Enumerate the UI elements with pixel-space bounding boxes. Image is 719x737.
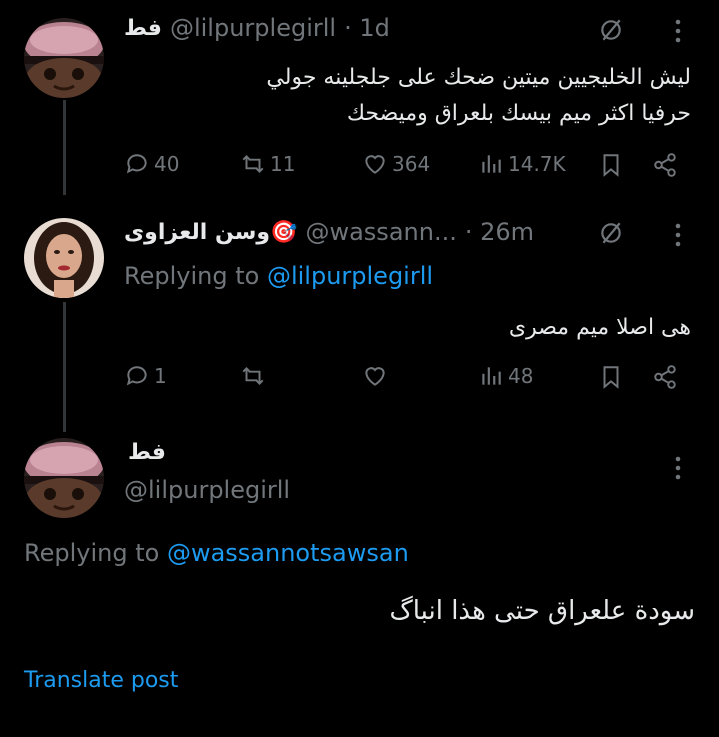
like-button[interactable]: 364 (362, 151, 430, 177)
tweet-text: سودة علعراق حتى هذا انباگ (389, 596, 695, 626)
author-handle[interactable]: @lilpurplegirll (124, 476, 290, 504)
reply-button[interactable]: 40 (124, 151, 179, 177)
translate-post-link[interactable]: Translate post (24, 668, 178, 693)
replying-to-link[interactable]: @lilpurplegirll (267, 262, 433, 290)
view-count: 48 (508, 364, 534, 388)
replying-to-label: Replying to (124, 262, 260, 290)
tweet-text-line: حرفيا اكثر ميم بيسك بلعراق وميضحك (346, 101, 691, 126)
author-name[interactable]: وسن العزاوى🎯 (124, 220, 297, 245)
share-icon[interactable] (652, 364, 678, 390)
reply-button[interactable]: 1 (124, 363, 167, 389)
analytics-icon (482, 155, 501, 173)
post-time[interactable]: · 1d (344, 14, 390, 42)
heart-icon[interactable] (362, 363, 388, 389)
more-options-icon[interactable] (672, 222, 684, 252)
avatar[interactable] (24, 18, 104, 98)
heart-icon (365, 155, 385, 174)
analytics-icon (482, 367, 501, 385)
more-options-icon[interactable] (672, 18, 684, 48)
author-name[interactable]: فط (124, 16, 162, 41)
thread-connector (63, 100, 66, 195)
author-name[interactable]: فط (128, 440, 166, 465)
like-count: 364 (392, 152, 431, 176)
share-icon[interactable] (652, 152, 678, 178)
reply-count: 1 (154, 364, 167, 388)
view-count: 14.7K (508, 152, 566, 176)
thread-connector-2 (63, 302, 66, 432)
reply-icon (126, 154, 147, 174)
views-button[interactable]: 48 (478, 363, 533, 389)
reply-icon (126, 366, 147, 386)
grok-icon[interactable] (598, 17, 624, 43)
bookmark-icon[interactable] (598, 364, 624, 390)
repost-count: 11 (270, 152, 296, 176)
reply-count: 40 (154, 152, 180, 176)
avatar[interactable] (24, 218, 104, 298)
avatar[interactable] (24, 438, 104, 518)
repost-icon (242, 155, 264, 173)
author-handle[interactable]: @lilpurplegirll (170, 14, 336, 42)
tweet-text: هى اصلا ميم مصرى (508, 315, 691, 340)
replying-to-link[interactable]: @wassannotsawsan (167, 539, 409, 567)
author-handle[interactable]: @wassann... (305, 218, 456, 246)
repost-icon[interactable] (240, 363, 266, 389)
views-button[interactable]: 14.7K (478, 151, 566, 177)
repost-button[interactable]: 11 (240, 151, 295, 177)
replying-to-label: Replying to (24, 539, 160, 567)
post-time[interactable]: · 26m (465, 218, 534, 246)
bookmark-icon[interactable] (598, 152, 624, 178)
more-options-icon[interactable] (672, 455, 684, 485)
grok-icon[interactable] (598, 220, 624, 246)
tweet-text-line: ليش الخليجيين ميتين ضحك على جلجلينه جولي (266, 65, 691, 90)
